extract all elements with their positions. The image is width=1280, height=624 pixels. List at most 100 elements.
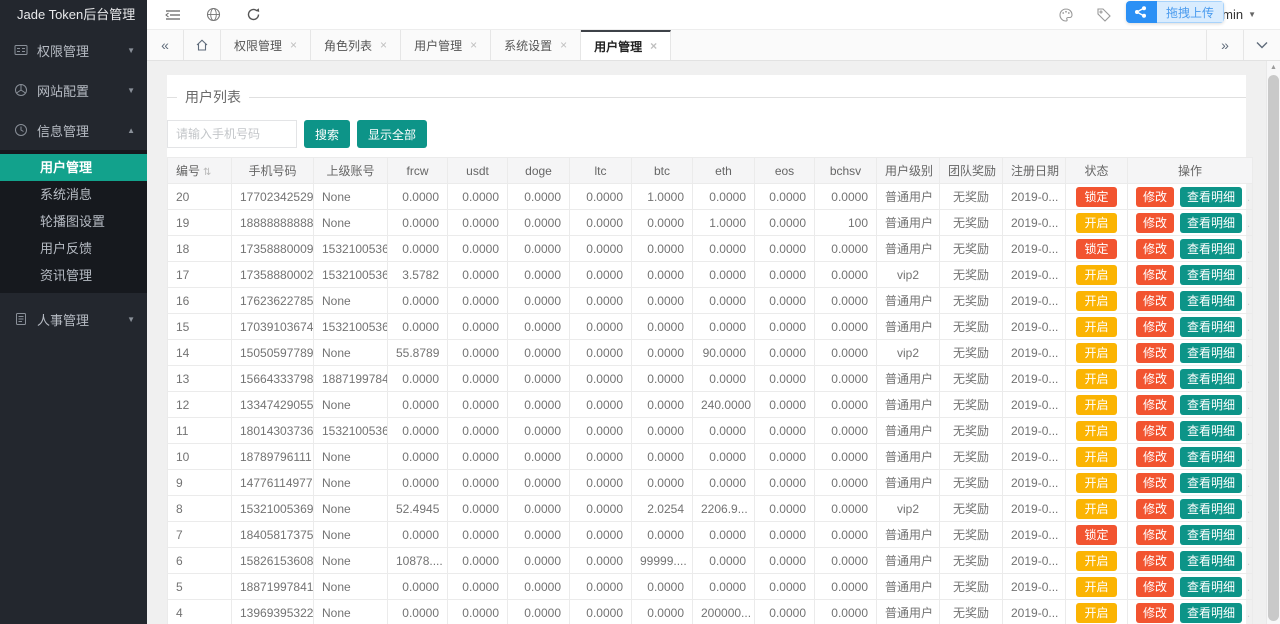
tab-system-settings[interactable]: 系统设置 ×: [491, 30, 581, 60]
view-detail-button[interactable]: 查看明细: [1180, 291, 1242, 311]
view-detail-button[interactable]: 查看明细: [1180, 499, 1242, 519]
modify-button[interactable]: 修改: [1136, 187, 1174, 207]
more-actions[interactable]: ...: [1247, 400, 1252, 412]
status-toggle-button[interactable]: 开启: [1076, 577, 1116, 597]
sidebar-item-hr-mgmt[interactable]: 人事管理 ▼: [0, 299, 147, 339]
status-toggle-button[interactable]: 开启: [1076, 213, 1116, 233]
modify-button[interactable]: 修改: [1136, 317, 1174, 337]
phone-search-input[interactable]: [167, 120, 297, 148]
modify-button[interactable]: 修改: [1136, 421, 1174, 441]
more-actions[interactable]: ...: [1247, 192, 1252, 204]
status-toggle-button[interactable]: 开启: [1076, 447, 1116, 467]
view-detail-button[interactable]: 查看明细: [1180, 603, 1242, 623]
close-icon[interactable]: ×: [380, 38, 387, 52]
scrollbar-up-arrow[interactable]: ▲: [1267, 61, 1280, 74]
scrollbar-thumb[interactable]: [1268, 75, 1279, 621]
status-toggle-button[interactable]: 开启: [1076, 551, 1116, 571]
more-actions[interactable]: ...: [1247, 218, 1252, 230]
tab-user-mgmt-1[interactable]: 用户管理 ×: [401, 30, 491, 60]
close-icon[interactable]: ×: [290, 38, 297, 52]
more-actions[interactable]: ...: [1247, 426, 1252, 438]
home-tab-button[interactable]: [184, 30, 221, 60]
sidebar-item-info-mgmt[interactable]: 信息管理 ▲: [0, 110, 147, 150]
status-toggle-button[interactable]: 开启: [1076, 603, 1116, 623]
more-actions[interactable]: ...: [1247, 452, 1252, 464]
menu-fold-icon[interactable]: [165, 7, 181, 23]
view-detail-button[interactable]: 查看明细: [1180, 317, 1242, 337]
sort-icon[interactable]: ⇅: [203, 167, 211, 178]
modify-button[interactable]: 修改: [1136, 369, 1174, 389]
modify-button[interactable]: 修改: [1136, 525, 1174, 545]
modify-button[interactable]: 修改: [1136, 395, 1174, 415]
modify-button[interactable]: 修改: [1136, 291, 1174, 311]
status-toggle-button[interactable]: 开启: [1076, 395, 1116, 415]
status-toggle-button[interactable]: 开启: [1076, 473, 1116, 493]
tab-role-list[interactable]: 角色列表 ×: [311, 30, 401, 60]
more-actions[interactable]: ...: [1247, 270, 1252, 282]
view-detail-button[interactable]: 查看明细: [1180, 187, 1242, 207]
status-toggle-button[interactable]: 锁定: [1076, 525, 1116, 545]
tab-user-mgmt-active[interactable]: 用户管理 ×: [581, 30, 671, 60]
modify-button[interactable]: 修改: [1136, 473, 1174, 493]
modify-button[interactable]: 修改: [1136, 551, 1174, 571]
more-actions[interactable]: ...: [1247, 530, 1252, 542]
tab-permissions[interactable]: 权限管理 ×: [221, 30, 311, 60]
view-detail-button[interactable]: 查看明细: [1180, 239, 1242, 259]
view-detail-button[interactable]: 查看明细: [1180, 525, 1242, 545]
modify-button[interactable]: 修改: [1136, 499, 1174, 519]
modify-button[interactable]: 修改: [1136, 239, 1174, 259]
sidebar-item-user-feedback[interactable]: 用户反馈: [0, 235, 147, 262]
modify-button[interactable]: 修改: [1136, 213, 1174, 233]
view-detail-button[interactable]: 查看明细: [1180, 395, 1242, 415]
more-actions[interactable]: ...: [1247, 582, 1252, 594]
status-toggle-button[interactable]: 开启: [1076, 369, 1116, 389]
status-toggle-button[interactable]: 开启: [1076, 421, 1116, 441]
sidebar-item-system-messages[interactable]: 系统消息: [0, 181, 147, 208]
globe-icon[interactable]: [205, 7, 221, 23]
sidebar-item-permissions[interactable]: 权限管理 ▼: [0, 30, 147, 70]
status-toggle-button[interactable]: 开启: [1076, 499, 1116, 519]
view-detail-button[interactable]: 查看明细: [1180, 577, 1242, 597]
search-button[interactable]: 搜索: [304, 120, 350, 148]
close-icon[interactable]: ×: [650, 39, 657, 53]
status-toggle-button[interactable]: 开启: [1076, 265, 1116, 285]
more-actions[interactable]: ...: [1247, 374, 1252, 386]
status-toggle-button[interactable]: 开启: [1076, 317, 1116, 337]
view-detail-button[interactable]: 查看明细: [1180, 213, 1242, 233]
more-actions[interactable]: ...: [1247, 478, 1252, 490]
status-toggle-button[interactable]: 开启: [1076, 291, 1116, 311]
vertical-scrollbar[interactable]: ▲: [1266, 61, 1280, 624]
status-toggle-button[interactable]: 开启: [1076, 343, 1116, 363]
status-toggle-button[interactable]: 锁定: [1076, 187, 1116, 207]
sidebar-item-site-config[interactable]: 网站配置 ▼: [0, 70, 147, 110]
palette-icon[interactable]: [1058, 7, 1074, 23]
modify-button[interactable]: 修改: [1136, 265, 1174, 285]
more-actions[interactable]: ...: [1247, 296, 1252, 308]
more-actions[interactable]: ...: [1247, 348, 1252, 360]
tabs-scroll-right-button[interactable]: »: [1206, 30, 1243, 60]
more-actions[interactable]: ...: [1247, 244, 1252, 256]
more-actions[interactable]: ...: [1247, 504, 1252, 516]
modify-button[interactable]: 修改: [1136, 343, 1174, 363]
view-detail-button[interactable]: 查看明细: [1180, 551, 1242, 571]
tag-icon[interactable]: [1096, 7, 1112, 23]
view-detail-button[interactable]: 查看明细: [1180, 369, 1242, 389]
more-actions[interactable]: ...: [1247, 322, 1252, 334]
view-detail-button[interactable]: 查看明细: [1180, 343, 1242, 363]
view-detail-button[interactable]: 查看明细: [1180, 265, 1242, 285]
close-icon[interactable]: ×: [560, 38, 567, 52]
status-toggle-button[interactable]: 锁定: [1076, 239, 1116, 259]
show-all-button[interactable]: 显示全部: [357, 120, 427, 148]
tabs-scroll-left-button[interactable]: «: [147, 30, 184, 60]
sidebar-item-user-mgmt[interactable]: 用户管理: [0, 154, 147, 181]
more-actions[interactable]: ...: [1247, 608, 1252, 620]
drag-upload-overlay[interactable]: 拖拽上传: [1126, 1, 1224, 23]
view-detail-button[interactable]: 查看明细: [1180, 473, 1242, 493]
modify-button[interactable]: 修改: [1136, 447, 1174, 467]
more-actions[interactable]: ...: [1247, 556, 1252, 568]
modify-button[interactable]: 修改: [1136, 603, 1174, 623]
refresh-icon[interactable]: [245, 7, 261, 23]
sidebar-item-news-mgmt[interactable]: 资讯管理: [0, 262, 147, 289]
close-icon[interactable]: ×: [470, 38, 477, 52]
view-detail-button[interactable]: 查看明细: [1180, 421, 1242, 441]
